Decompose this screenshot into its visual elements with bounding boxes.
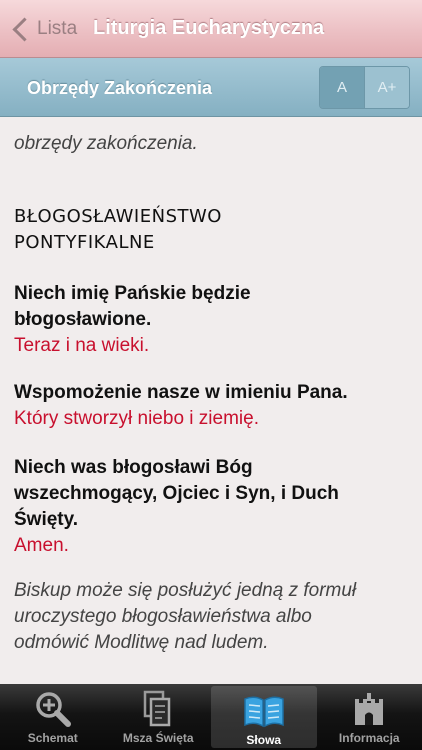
tab-label: Słowa — [246, 733, 282, 747]
rubric-text: odmówić Modlitwę nad ludem. — [14, 632, 269, 653]
rubric-text: Biskup może się posłużyć jedną z formuł — [14, 580, 357, 601]
castle-icon — [349, 689, 389, 729]
rubric-text: uroczystego błogosławieństwa albo — [14, 606, 312, 627]
section-header: Obrzędy Zakończenia A A+ — [0, 58, 422, 117]
tab-label: Msza Święta — [122, 731, 194, 745]
liturgy-text[interactable]: obrzędy zakończenia. BŁOGOSŁAWIEŃSTWO PO… — [14, 117, 410, 684]
back-button-label: Lista — [37, 18, 78, 39]
dialogue-block: Wspomożenie nasze w imieniu Pana. Który … — [14, 380, 348, 432]
font-larger-button[interactable]: A+ — [365, 67, 409, 108]
dialogue-block: Niech was błogosławi Bóg wszechmogący, O… — [14, 455, 339, 559]
response-text: Który stworzył niebo i ziemię. — [14, 408, 259, 429]
rubric-block: Biskup może się posłużyć jedną z formuł … — [14, 578, 356, 656]
chevron-left-icon — [12, 16, 37, 42]
navigation-bar: Lista Liturgia Eucharystyczna — [0, 0, 422, 58]
tab-bar: Schemat Msza Święta Słowa Informacja — [0, 684, 422, 750]
page-title: Liturgia Eucharystyczna — [93, 17, 325, 39]
tab-informacja[interactable]: Informacja — [317, 684, 422, 750]
tab-msza-swieta[interactable]: Msza Święta — [106, 684, 212, 750]
response-text: Teraz i na wieki. — [14, 335, 150, 356]
tab-label: Informacja — [338, 731, 400, 745]
tab-schemat[interactable]: Schemat — [0, 684, 106, 750]
section-title: Obrzędy Zakończenia — [27, 78, 213, 98]
dialogue-block: Niech imię Pańskie będzie błogosławione.… — [14, 281, 251, 359]
back-button[interactable]: Lista — [8, 12, 77, 46]
tab-slowa[interactable]: Słowa — [211, 686, 317, 748]
pages-icon — [138, 689, 178, 729]
font-smaller-button[interactable]: A — [320, 67, 365, 108]
priest-text: błogosławione. — [14, 309, 152, 330]
magnifier-plus-icon — [33, 689, 73, 729]
section-heading: BŁOGOSŁAWIEŃSTWO PONTYFIKALNE — [14, 204, 222, 256]
intro-text: obrzędy zakończenia. — [14, 133, 198, 154]
priest-text: wszechmogący, Ojciec i Syn, i Duch — [14, 483, 339, 504]
font-size-toggle: A A+ — [319, 66, 410, 109]
tab-label: Schemat — [27, 731, 78, 745]
response-text: Amen. — [14, 535, 69, 556]
heading-line: PONTYFIKALNE — [14, 232, 155, 253]
priest-text: Wspomożenie nasze w imieniu Pana. — [14, 382, 348, 403]
priest-text: Niech imię Pańskie będzie — [14, 283, 251, 304]
heading-line: BŁOGOSŁAWIEŃSTWO — [14, 206, 222, 227]
priest-text: Święty. — [14, 509, 79, 530]
priest-text: Niech was błogosławi Bóg — [14, 457, 253, 478]
open-book-icon — [241, 691, 287, 731]
